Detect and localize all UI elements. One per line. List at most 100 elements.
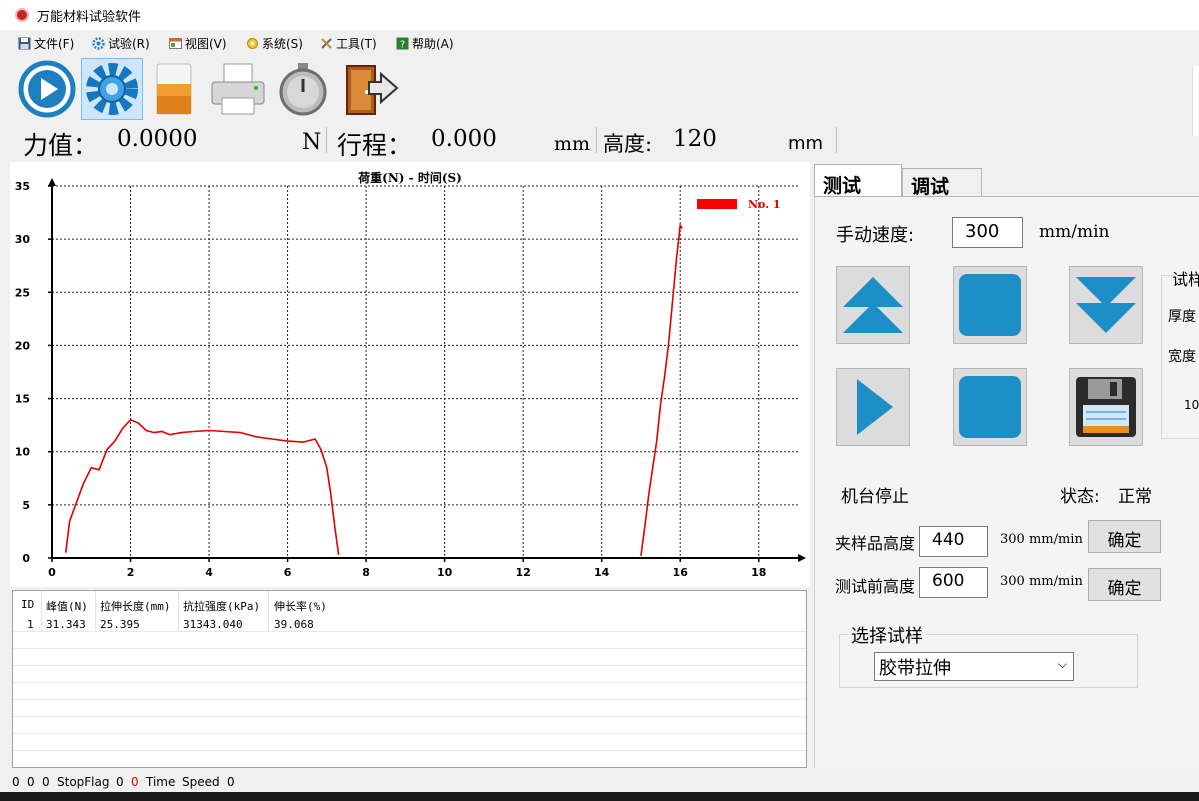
table-row-line <box>13 699 806 700</box>
menu-tools[interactable]: 工具(T) <box>320 35 377 52</box>
speed-label: Speed <box>182 775 220 789</box>
toolbar <box>0 56 1199 126</box>
tools-icon <box>321 38 332 49</box>
stop-button[interactable] <box>953 266 1027 344</box>
y-tick-label: 30 <box>15 233 31 246</box>
move-down-button[interactable] <box>1069 266 1143 344</box>
printer-icon <box>211 63 265 115</box>
status-value: 0 <box>42 775 50 789</box>
table-col-line <box>268 591 269 631</box>
alert-value: 0 <box>131 775 139 789</box>
table-col-line <box>95 591 96 631</box>
timer-button[interactable] <box>272 58 334 120</box>
pretest-height-input[interactable]: 600 <box>919 567 988 598</box>
manual-speed-input[interactable]: 300 <box>952 217 1023 248</box>
y-tick-label: 10 <box>15 446 31 459</box>
beaker-icon <box>156 63 192 115</box>
x-tick-label: 4 <box>205 566 213 579</box>
stop-square-icon <box>959 274 1021 336</box>
run-button[interactable] <box>836 368 910 446</box>
readout-bar: 力值： 0.0000 N 行程： 0.000 mm 高度: 120 mm <box>0 122 1199 162</box>
move-up-button[interactable] <box>836 266 910 344</box>
table-row-line <box>13 750 806 751</box>
menu-view[interactable]: 视图(V) <box>169 35 227 52</box>
settings-button[interactable] <box>81 58 143 120</box>
chart-panel: 荷重(N) - 时间(S) 0 2 4 6 8 10 12 14 16 18 0 5 10 15 20 25 3… <box>10 162 810 587</box>
x-tick-label: 16 <box>673 566 689 579</box>
clamp-speed: 300 mm/min <box>1000 532 1083 547</box>
pause-button[interactable] <box>953 368 1027 446</box>
pretest-speed: 300 mm/min <box>1000 574 1083 589</box>
x-tick-label: 8 <box>362 566 370 579</box>
manual-speed-label: 手动速度: <box>836 225 915 246</box>
status-value: 0 <box>27 775 35 789</box>
stop-square-icon <box>959 376 1021 438</box>
menu-bar: 文件(F) 试验(R) 视图(V) 系统(S) 工具(T) ? 帮助(A) <box>0 30 1199 56</box>
sample-select[interactable]: 胶带拉伸 ⌵ <box>874 652 1074 681</box>
data-button[interactable] <box>143 58 205 120</box>
clamp-height-input[interactable]: 440 <box>919 526 988 557</box>
tab-content: 手动速度: 300 mm/min 机台停止 状态: 正常 夹样品高度 440 3… <box>814 196 1199 768</box>
load-time-chart: 0 2 4 6 8 10 12 14 16 18 0 5 10 15 20 25 30 35 <box>15 178 806 579</box>
play-circle-icon <box>18 60 76 118</box>
y-tick-label: 5 <box>22 499 30 512</box>
window-edge <box>1192 66 1199 136</box>
sample-selected: 胶带拉伸 <box>879 658 951 679</box>
specimen-value: 10 <box>1184 398 1199 412</box>
menu-system[interactable]: 系统(S) <box>246 35 303 52</box>
x-axis-arrow <box>798 554 806 562</box>
title-bar: 万能材料试验软件 <box>0 0 1199 30</box>
start-button[interactable] <box>16 58 78 120</box>
stopflag-value: 0 <box>116 775 124 789</box>
state-label: 状态: <box>1060 487 1100 507</box>
table-row-line <box>13 648 806 649</box>
height-unit: mm <box>788 133 824 154</box>
table-header-elongation: 伸长率(%) <box>274 600 327 613</box>
travel-value: 0.000 <box>431 126 497 152</box>
specimen-group: 试样 厚度 宽度 10 <box>1161 266 1199 439</box>
tab-debug[interactable]: 调试 <box>902 168 982 198</box>
print-button[interactable] <box>207 58 269 120</box>
y-tick-label: 25 <box>15 286 30 299</box>
x-tick-label: 12 <box>516 566 531 579</box>
x-tick-label: 0 <box>48 566 56 579</box>
exit-door-icon <box>346 65 399 115</box>
table-header-peak: 峰值(N) <box>46 600 88 613</box>
left-margin <box>0 162 9 768</box>
table-cell: 31.343 <box>46 618 86 631</box>
confirm-pretest-button[interactable]: 确定 <box>1088 568 1161 601</box>
table-cell: 31343.040 <box>183 618 243 631</box>
results-table[interactable]: ID 峰值(N) 拉伸长度(mm) 抗拉强度(kPa) 伸长率(%) 1 31.… <box>12 590 807 768</box>
table-cell: 25.395 <box>100 618 140 631</box>
menu-help[interactable]: ? 帮助(A) <box>396 35 454 52</box>
desktop-strip <box>0 792 1199 801</box>
height-label: 高度: <box>603 132 653 156</box>
tab-test[interactable]: 测试 <box>814 164 902 197</box>
series-line <box>640 222 683 557</box>
table-row-line <box>13 665 806 666</box>
exit-button[interactable] <box>338 58 400 120</box>
specimen-group-label: 试样 <box>1172 266 1199 290</box>
confirm-clamp-button[interactable]: 确定 <box>1088 520 1161 553</box>
menu-test[interactable]: 试验(R) <box>92 35 150 52</box>
table-header-strength: 抗拉强度(kPa) <box>183 600 261 613</box>
save-button[interactable] <box>1069 368 1143 446</box>
separator <box>836 127 837 153</box>
settings-icon <box>247 38 258 49</box>
status-value: 0 <box>12 775 20 789</box>
table-header-id: ID <box>21 598 35 611</box>
menu-file[interactable]: 文件(F) <box>18 35 74 52</box>
window-title: 万能材料试验软件 <box>37 10 142 25</box>
table-row-line <box>13 682 806 683</box>
y-tick-label: 0 <box>22 552 30 565</box>
window-icon <box>169 38 182 49</box>
force-unit: N <box>302 130 322 155</box>
height-value: 120 <box>673 126 717 152</box>
table-row-line <box>13 716 806 717</box>
force-label: 力值： <box>23 131 99 160</box>
separator <box>596 127 597 153</box>
x-tick-label: 14 <box>594 566 610 579</box>
clamp-height-label: 夹样品高度 <box>835 534 916 553</box>
x-tick-label: 18 <box>751 566 766 579</box>
gear-icon <box>86 63 138 115</box>
